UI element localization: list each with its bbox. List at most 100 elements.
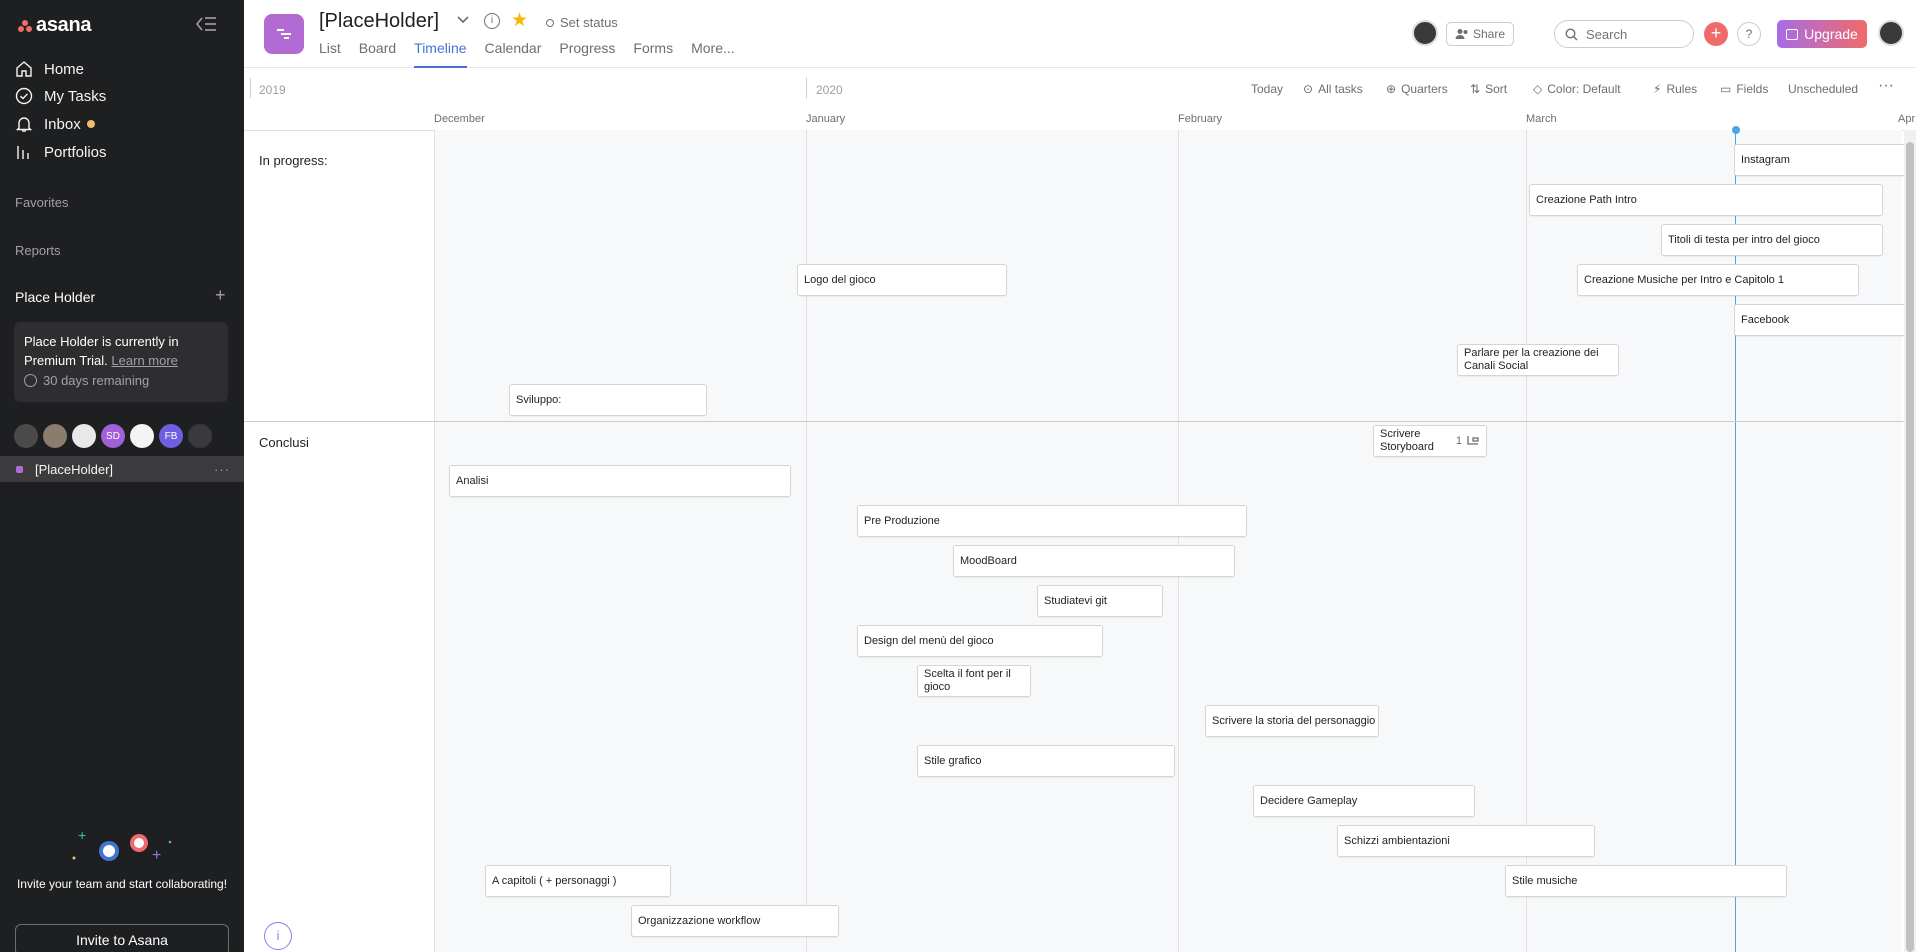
task-bar[interactable]: Logo del gioco [797,264,1007,296]
section-in-progress[interactable]: In progress: [259,153,328,168]
upgrade-button[interactable]: Upgrade [1777,20,1867,48]
chevron-down-icon[interactable] [456,12,470,29]
nav-portfolios[interactable]: Portfolios [14,139,107,165]
year-label: 2019 [259,83,286,97]
learn-more-link[interactable]: Learn more [111,353,177,368]
tab-progress[interactable]: Progress [559,40,615,68]
add-project-icon[interactable]: + [215,285,226,306]
search-input[interactable] [1586,26,1686,42]
avatar[interactable] [43,424,67,448]
nav-home[interactable]: Home [14,56,84,82]
premium-trial-box: Place Holder is currently in Premium Tri… [14,322,228,402]
svg-text:+: + [78,828,86,843]
task-bar[interactable]: Stile grafico [917,745,1175,777]
timeline-toolbar: 2019 2020 Today ⊙ All tasks ⊕ Quarters ⇅ So… [244,68,1916,110]
task-bar[interactable]: MoodBoard [953,545,1235,577]
project-more-icon[interactable]: ··· [214,462,230,477]
bell-icon [14,114,34,134]
project-title[interactable]: [PlaceHolder] [319,10,439,33]
avatar[interactable] [1878,20,1904,46]
info-icon[interactable]: i [264,922,292,950]
trial-days-remaining: 30 days remaining [43,373,150,388]
invite-message: Invite your team and start collaborating… [16,877,228,891]
task-bar[interactable]: Pre Produzione [857,505,1247,537]
invite-to-asana-button[interactable]: Invite to Asana [15,924,229,952]
task-bar[interactable]: Facebook [1734,304,1906,336]
more-options-icon[interactable]: ··· [1878,77,1894,95]
avatar[interactable]: SD [101,424,125,448]
scrollbar-thumb[interactable] [1906,142,1914,952]
nav-inbox[interactable]: Inbox [14,111,95,137]
asana-logo[interactable]: asana [18,14,92,37]
sort-button[interactable]: ⇅ Sort [1470,82,1507,96]
fields-button[interactable]: ▭ Fields [1720,82,1768,96]
bar-chart-icon [14,142,34,162]
avatar[interactable] [72,424,96,448]
task-bar[interactable]: Design del menù del gioco [857,625,1103,657]
vertical-scrollbar[interactable] [1904,130,1916,952]
search-box[interactable] [1554,20,1694,48]
task-bar[interactable]: Stile musiche [1505,865,1787,897]
check-circle-icon [14,86,34,106]
task-bar[interactable]: A capitoli ( + personaggi ) [485,865,671,897]
task-bar[interactable]: Schizzi ambientazioni [1337,825,1595,857]
tab-timeline[interactable]: Timeline [414,40,467,68]
unscheduled-button[interactable]: Unscheduled [1788,82,1858,96]
task-bar[interactable]: Creazione Musiche per Intro e Capitolo 1 [1577,264,1859,296]
all-tasks-filter[interactable]: ⊙ All tasks [1303,82,1363,96]
subtask-count: 1 [1455,434,1462,447]
today-button[interactable]: Today [1251,82,1283,96]
task-bar[interactable]: Scelta il font per il gioco [917,665,1031,697]
tab-board[interactable]: Board [359,40,396,68]
month-label: February [1178,113,1223,125]
tab-more[interactable]: More... [691,40,735,68]
avatar[interactable] [14,424,38,448]
task-bar[interactable]: Creazione Path Intro [1529,184,1883,216]
task-bar[interactable]: Sviluppo: [509,384,707,416]
task-bar[interactable]: Analisi [449,465,791,497]
sidebar: asana Home My Tasks Inbox Portfolios Fav… [0,0,244,952]
rules-button[interactable]: ⚡ Rules [1653,82,1697,96]
reports-heading[interactable]: Reports [15,243,61,258]
task-bar[interactable]: Scrivere Storyboard 1 [1373,425,1487,457]
zoom-quarters[interactable]: ⊕ Quarters [1386,82,1448,96]
collapse-sidebar-icon[interactable] [194,15,220,35]
info-icon[interactable]: i [484,13,500,29]
task-bar[interactable]: Organizzazione workflow [631,905,839,937]
project-color-square [16,465,23,473]
share-button[interactable]: Share [1446,22,1514,46]
month-label: March [1526,113,1557,125]
subtask-icon [1467,436,1479,445]
tab-list[interactable]: List [319,40,341,68]
task-bar[interactable]: Scrivere la storia del personaggio [1205,705,1379,737]
avatar[interactable]: FB [159,424,183,448]
home-icon [14,59,34,79]
tab-calendar[interactable]: Calendar [485,40,542,68]
color-button[interactable]: ◇ Color: Default [1533,82,1621,96]
quick-add-button[interactable]: + [1704,22,1728,46]
avatar[interactable] [188,424,212,448]
avatar[interactable] [130,424,154,448]
task-bar[interactable]: Studiatevi git [1037,585,1163,617]
invite-illustration: + + [72,828,172,864]
avatar[interactable] [1412,20,1438,46]
month-label: January [806,113,846,125]
nav-my-tasks[interactable]: My Tasks [14,83,106,109]
task-bar[interactable]: Parlare per la creazione dei Canali Soci… [1457,344,1619,376]
task-bar[interactable]: Titoli di testa per intro del gioco [1661,224,1883,256]
sidebar-project-placeholder[interactable]: [PlaceHolder] ··· [0,456,244,482]
zoom-icon: ⊕ [1386,82,1397,96]
task-bar[interactable]: Decidere Gameplay [1253,785,1475,817]
star-icon[interactable]: ★ [511,9,528,32]
lightning-icon: ⚡ [1653,82,1662,96]
project-icon[interactable] [264,14,304,54]
favorites-heading[interactable]: Favorites [15,195,68,210]
month-label: December [434,113,485,125]
asana-dots-icon [18,19,32,32]
task-bar[interactable]: Instagram [1734,144,1906,176]
team-name[interactable]: Place Holder [15,289,95,305]
set-status[interactable]: Set status [546,15,618,30]
tab-forms[interactable]: Forms [633,40,673,68]
help-button[interactable]: ? [1737,22,1761,46]
section-conclusi[interactable]: Conclusi [259,435,309,450]
